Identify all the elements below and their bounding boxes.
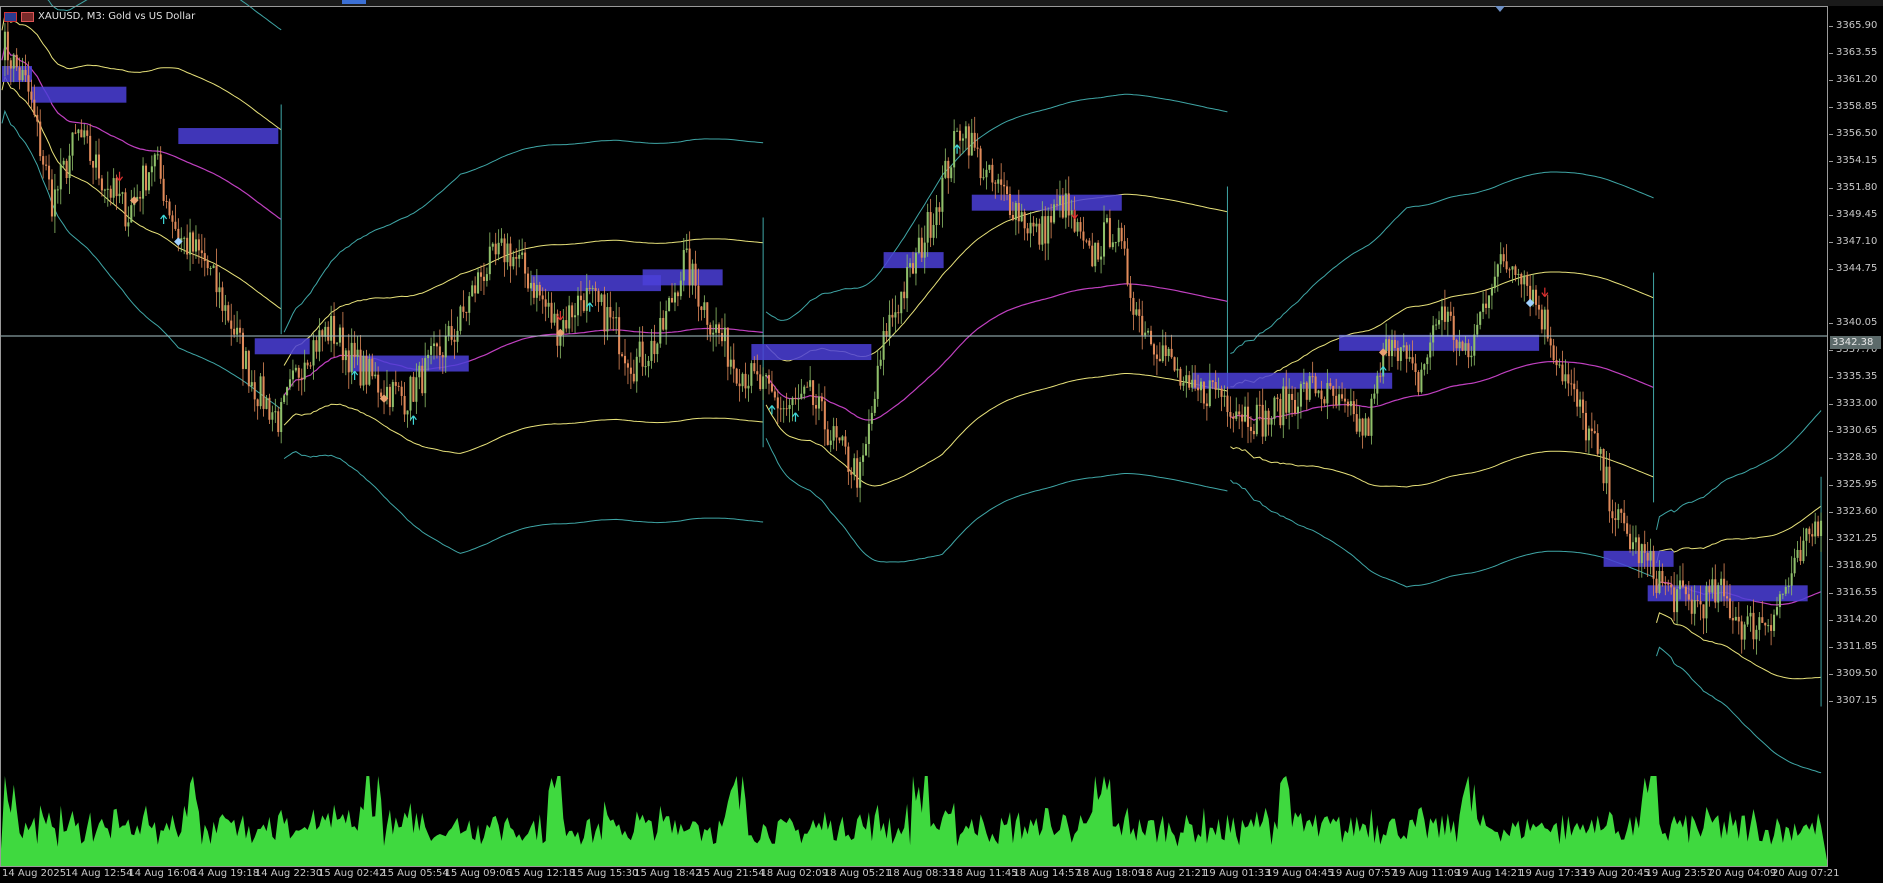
time-label: 15 Aug 12:18	[507, 868, 576, 879]
time-label: 20 Aug 07:21	[1772, 868, 1840, 879]
chart-title: XAUUSD, M3: Gold vs US Dollar	[4, 11, 195, 22]
time-label: 19 Aug 04:45	[1266, 868, 1334, 879]
time-label: 19 Aug 17:33	[1519, 868, 1587, 879]
price-tick	[1829, 215, 1833, 216]
price-tick	[1829, 431, 1833, 432]
time-label: 19 Aug 07:57	[1329, 868, 1397, 879]
price-label: 3333.00	[1836, 398, 1878, 409]
price-label: 3314.20	[1836, 614, 1878, 625]
price-label: 3365.90	[1836, 20, 1878, 31]
price-label: 3330.65	[1836, 425, 1878, 436]
price-tick	[1829, 674, 1833, 675]
price-tick	[1829, 701, 1833, 702]
time-label: 18 Aug 14:57	[1013, 868, 1081, 879]
price-label: 3328.30	[1836, 452, 1878, 463]
price-label: 3356.50	[1836, 128, 1878, 139]
symbol-flag-icon	[21, 11, 34, 22]
chart-window-icon	[4, 11, 17, 22]
time-label: 14 Aug 19:18	[191, 868, 260, 879]
price-label: 3349.45	[1836, 209, 1878, 220]
symbol-title: XAUUSD, M3: Gold vs US Dollar	[38, 11, 196, 22]
price-tick	[1829, 647, 1833, 648]
price-label: 3354.15	[1836, 155, 1878, 166]
time-label: 19 Aug 14:21	[1455, 868, 1524, 879]
price-label: 3318.90	[1836, 560, 1878, 571]
price-tick	[1829, 458, 1833, 459]
price-label: 3335.35	[1836, 371, 1878, 382]
time-label: 14 Aug 12:54	[65, 868, 133, 879]
price-tick	[1829, 593, 1833, 594]
price-tick	[1829, 377, 1833, 378]
time-label: 18 Aug 21:21	[1139, 868, 1208, 879]
price-label: 3344.75	[1836, 263, 1878, 274]
price-label: 3361.20	[1836, 74, 1878, 85]
price-label: 3358.85	[1836, 101, 1878, 112]
price-tick	[1829, 161, 1833, 162]
price-label: 3363.55	[1836, 47, 1878, 58]
price-tick	[1829, 80, 1833, 81]
time-label: 20 Aug 04:09	[1708, 868, 1777, 879]
price-tick	[1829, 539, 1833, 540]
chart-window[interactable]: XAUUSD, M3: Gold vs US Dollar 3365.90 336…	[0, 0, 1883, 883]
time-label: 19 Aug 20:45	[1582, 868, 1650, 879]
time-label: 19 Aug 01:33	[1203, 868, 1271, 879]
time-label: 15 Aug 05:54	[381, 868, 449, 879]
time-label: 18 Aug 05:21	[823, 868, 892, 879]
price-label: 3309.50	[1836, 668, 1878, 679]
time-label: 19 Aug 11:09	[1392, 868, 1461, 879]
time-label: 14 Aug 22:30	[254, 868, 323, 879]
time-label: 14 Aug 2025	[2, 868, 67, 879]
price-label: 3340.05	[1836, 317, 1878, 328]
time-label: 18 Aug 02:09	[760, 868, 828, 879]
price-label: 3347.10	[1836, 236, 1878, 247]
time-label: 18 Aug 18:09	[1076, 868, 1145, 879]
price-tick	[1829, 26, 1833, 27]
price-label: 3307.15	[1836, 695, 1878, 706]
time-label: 18 Aug 11:45	[950, 868, 1018, 879]
price-tick	[1829, 404, 1833, 405]
time-label: 15 Aug 09:06	[444, 868, 512, 879]
price-label: 3325.95	[1836, 479, 1878, 490]
price-tick	[1829, 53, 1833, 54]
plot-area[interactable]	[0, 6, 1828, 867]
price-label: 3311.85	[1836, 641, 1878, 652]
price-tick	[1829, 188, 1833, 189]
price-label: 3321.25	[1836, 533, 1878, 544]
time-label: 14 Aug 16:06	[128, 868, 196, 879]
price-tick	[1829, 566, 1833, 567]
price-tick	[1829, 134, 1833, 135]
time-label: 19 Aug 23:57	[1645, 868, 1713, 879]
price-axis[interactable]: 3365.90 3363.55 3361.20 3358.85 3356.50 3354.…	[1829, 6, 1883, 867]
time-label: 15 Aug 15:30	[570, 868, 639, 879]
time-label: 15 Aug 02:42	[318, 868, 386, 879]
time-label: 15 Aug 21:54	[697, 868, 765, 879]
price-label: 3316.55	[1836, 587, 1878, 598]
price-tick	[1829, 512, 1833, 513]
current-price-tag: 3342.38	[1830, 336, 1881, 349]
price-tick	[1829, 107, 1833, 108]
price-tick	[1829, 350, 1833, 351]
price-label: 3351.80	[1836, 182, 1878, 193]
price-label: 3323.60	[1836, 506, 1878, 517]
price-tick	[1829, 485, 1833, 486]
time-axis[interactable]: 14 Aug 2025 14 Aug 12:54 14 Aug 16:06 14 Au…	[0, 867, 1839, 883]
price-tick	[1829, 323, 1833, 324]
time-label: 15 Aug 18:42	[634, 868, 702, 879]
chart-shift-marker[interactable]	[1495, 6, 1505, 12]
price-tick	[1829, 242, 1833, 243]
time-label: 18 Aug 08:33	[887, 868, 955, 879]
price-tick	[1829, 269, 1833, 270]
price-tick	[1829, 620, 1833, 621]
